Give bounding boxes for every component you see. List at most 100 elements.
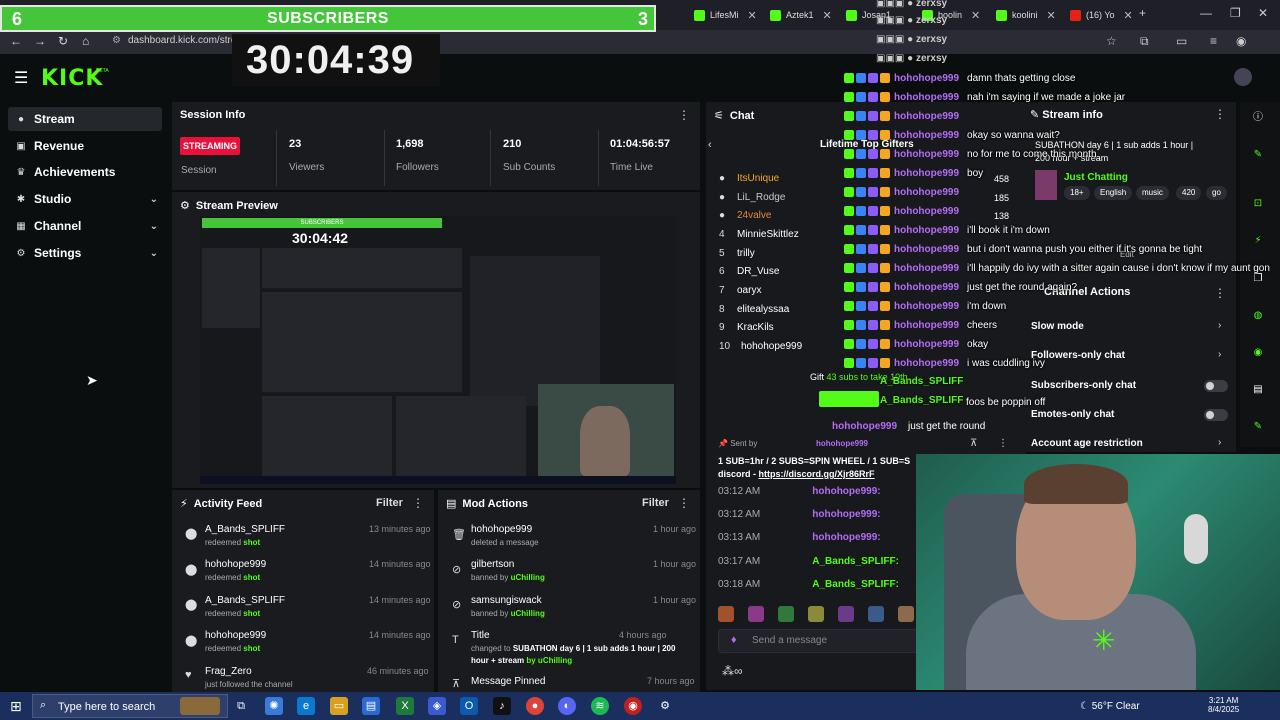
slow-mode-option[interactable]: Slow mode [1031,321,1084,332]
obs-icon[interactable]: ◉ [624,697,642,715]
copilot-icon[interactable]: ✺ [265,697,283,715]
close-icon[interactable]: ✕ [1047,9,1056,22]
chat-user[interactable]: A_Bands_SPLIFF: [812,556,899,567]
chat-user[interactable]: A_Bands_SPLIFF: [812,579,899,590]
edit-icon[interactable]: ✎ [1249,146,1267,164]
home-icon[interactable]: ⌂ [82,34,89,48]
broadcast-icon[interactable]: ◉ [1249,344,1267,362]
chat-user[interactable]: hohohope999 [894,130,959,141]
chevron-right-icon[interactable]: › [1218,320,1221,331]
settings-gear-icon[interactable]: ⚙ [656,697,674,715]
split-screen-icon[interactable]: ▭ [1176,34,1187,48]
task-view-icon[interactable]: ⧉ [232,697,250,715]
file-explorer-icon[interactable]: ▭ [330,697,348,715]
emoji-icon[interactable]: ⁂∞ [722,664,743,678]
gifter-item[interactable]: 9 KracKils [719,322,774,333]
chevron-right-icon[interactable]: › [1218,349,1221,360]
more-options-icon[interactable]: ⋮ [998,438,1008,449]
bolt-icon[interactable]: ⚡ [1249,232,1267,250]
sidebar-item-channel[interactable]: ▦ Channel ⌄ [8,214,162,238]
chat-user[interactable]: hohohope999 [894,187,959,198]
back-icon[interactable]: ← [10,34,22,48]
more-options-icon[interactable]: ⋮ [1214,286,1226,300]
spotify-icon[interactable]: ≋ [591,697,609,715]
gifter-item[interactable]: ● 24valve [719,210,771,221]
mod-filter-button[interactable]: Filter [642,497,669,509]
mod-target[interactable]: hohohope999 [471,524,539,535]
weather-widget[interactable]: ☾ 56°F Clear [1080,701,1140,712]
url-text[interactable]: dashboard.kick.com/strea [128,35,242,46]
more-options-icon[interactable]: ⋮ [678,108,690,122]
kick-logo[interactable]: KICK [41,66,103,91]
chat-user[interactable]: hohohope999: [812,486,880,497]
gifter-item[interactable]: 7 oaryx [719,285,761,296]
chat-user[interactable]: hohohope999 [894,206,959,217]
gifter-item[interactable]: 8 elitealyssaa [719,304,789,315]
emote-icon[interactable] [898,606,914,622]
category-name[interactable]: Just Chatting [1064,172,1128,183]
chrome-icon[interactable]: ● [526,697,544,715]
menu-lines-icon[interactable]: ≡ [1210,34,1217,48]
chat-bubble-icon[interactable]: ◍ [1249,307,1267,325]
browser-tab[interactable]: LifesMi ✕ [690,4,761,26]
activity-user[interactable]: A_Bands_SPLIFF [205,524,285,535]
emote-icon[interactable] [748,606,764,622]
chat-user[interactable]: hohohope999 [894,92,959,103]
browser-tab[interactable]: koolini ✕ [992,4,1060,26]
chat-user[interactable]: hohohope999: [812,532,880,543]
forward-icon[interactable]: → [34,34,46,48]
more-options-icon[interactable]: ⋮ [412,496,424,510]
activity-filter-button[interactable]: Filter [376,497,403,509]
activity-user[interactable]: Frag_Zero [205,666,293,677]
user-avatar[interactable] [1234,68,1252,86]
emote-icon[interactable] [778,606,794,622]
more-options-icon[interactable]: ⋮ [678,496,690,510]
info-icon[interactable]: ⓘ [1249,109,1267,127]
gift-sub-button[interactable] [819,391,879,407]
camera-icon[interactable]: ⊡ [1249,195,1267,213]
unpin-icon[interactable]: ⊼ [970,438,977,449]
chevron-right-icon[interactable]: › [1218,437,1221,448]
outlook-icon[interactable]: O [460,697,478,715]
close-icon[interactable]: ✕ [748,9,757,22]
emote-icon[interactable] [838,606,854,622]
emote-icon[interactable] [868,606,884,622]
discord-link[interactable]: https://discord.gg/Xjr86RrF [759,469,875,479]
activity-user[interactable]: hohohope999 [205,559,266,570]
chat-user[interactable]: hohohope999 [894,168,959,179]
close-icon[interactable]: ✕ [1124,9,1133,22]
list-icon[interactable]: ▤ [1249,381,1267,399]
owl-widget-icon[interactable] [180,697,220,715]
close-window-icon[interactable]: ✕ [1258,6,1268,20]
reload-icon[interactable]: ↻ [58,34,68,48]
edge-icon[interactable]: e [297,697,315,715]
mod-target[interactable]: gilbertson [471,559,545,570]
hamburger-menu-icon[interactable]: ☰ [14,68,28,88]
sidebar-item-revenue[interactable]: ▣ Revenue [8,134,162,158]
activity-user[interactable]: hohohope999 [205,630,266,641]
chat-user[interactable]: hohohope999 [894,225,959,236]
pin-user[interactable]: hohohope999 [816,439,868,448]
extensions-icon[interactable]: ⧉ [1140,34,1149,49]
close-icon[interactable]: ✕ [823,9,832,22]
chat-user[interactable]: hohohope999 [894,339,959,350]
emote-icon[interactable] [718,606,734,622]
chat-user[interactable]: hohohope999 [894,244,959,255]
chat-user[interactable]: hohohope999 [894,149,959,160]
emotes-only-toggle[interactable] [1204,409,1228,421]
sidebar-item-studio[interactable]: ✱ Studio ⌄ [8,187,162,211]
browser-tab[interactable]: Aztek1 ✕ [766,4,836,26]
gifter-item[interactable]: 6 DR_Vuse [719,266,779,277]
bookmark-star-icon[interactable]: ☆ [1106,34,1117,48]
sidebar-item-stream[interactable]: ● Stream [8,107,162,131]
subscribers-only-toggle[interactable] [1204,380,1228,392]
sidebar-item-achievements[interactable]: ♛ Achievements [8,160,162,184]
chat-user[interactable]: hohohope999 [894,73,959,84]
profile-icon[interactable]: ◉ [1236,34,1246,48]
xbox-icon[interactable]: ◈ [428,697,446,715]
chevron-left-icon[interactable]: ‹ [708,139,712,151]
chat-user[interactable]: hohohope999 [894,301,959,312]
browser-tab[interactable]: (16) Yo ✕ [1066,4,1137,26]
chat-user[interactable]: hohohope999 [894,282,959,293]
windows-start-icon[interactable]: ⊞ [10,698,22,715]
